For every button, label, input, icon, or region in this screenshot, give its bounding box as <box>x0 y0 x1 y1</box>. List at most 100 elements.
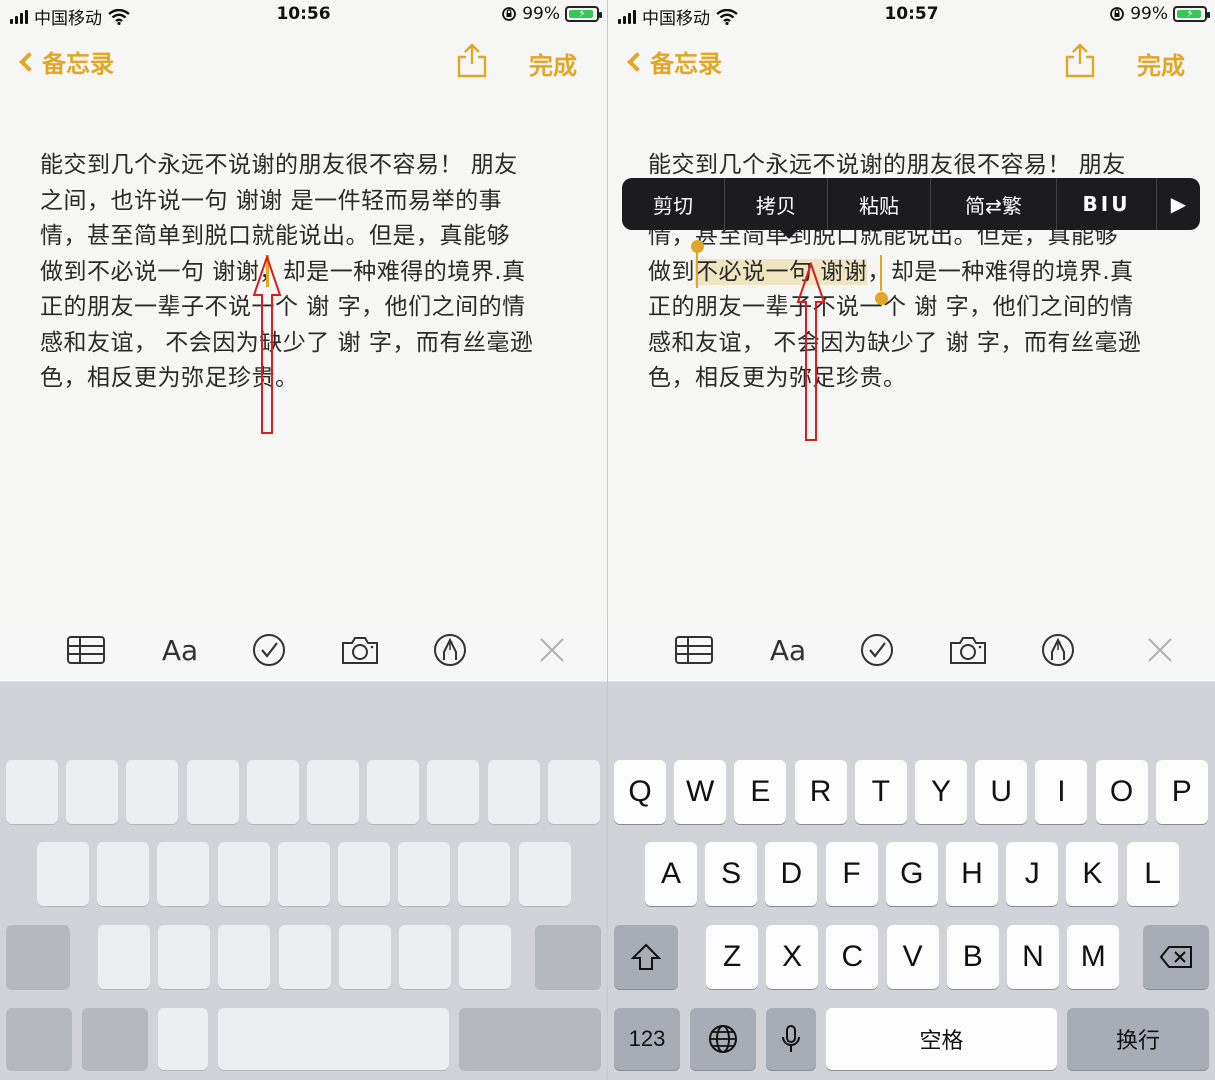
red-arrow-annotation <box>252 255 282 434</box>
share-icon[interactable] <box>1063 42 1097 78</box>
blank-key <box>547 760 600 824</box>
globe-icon <box>709 1025 737 1053</box>
nav-bar: 备忘录 完成 <box>0 38 607 88</box>
checklist-button[interactable] <box>249 632 289 668</box>
pen-tip-icon <box>1042 634 1074 666</box>
note-line: 色，相反更为弥足珍贵。 <box>648 365 907 391</box>
cut-button[interactable]: 剪切 <box>622 178 725 230</box>
done-button[interactable]: 完成 <box>529 46 577 81</box>
note-line-selected: 做到不必说一句 谢谢，却是一种难得的境界.真 <box>648 255 1188 291</box>
accessory-toolbar: Aa <box>0 618 607 682</box>
pen-tip-icon <box>434 634 466 666</box>
shift-key[interactable] <box>614 925 678 989</box>
close-toolbar-button[interactable] <box>532 632 572 668</box>
key-q[interactable]: Q <box>614 760 666 824</box>
checklist-button[interactable] <box>857 632 897 668</box>
blank-key <box>218 925 271 989</box>
key-v[interactable]: V <box>886 925 939 989</box>
numbers-key[interactable]: 123 <box>614 1008 680 1070</box>
dictation-key[interactable] <box>766 1008 816 1070</box>
back-button[interactable]: 备忘录 <box>622 44 722 79</box>
back-button[interactable]: 备忘录 <box>14 44 114 79</box>
blank-key <box>338 925 391 989</box>
red-arrow-annotation <box>796 262 826 441</box>
table-button[interactable] <box>66 632 106 668</box>
done-button[interactable]: 完成 <box>1137 46 1185 81</box>
key-a[interactable]: A <box>645 842 697 906</box>
convert-button[interactable]: 简⇄繁 <box>931 178 1057 230</box>
blank-key <box>459 1008 601 1070</box>
close-toolbar-button[interactable] <box>1140 632 1180 668</box>
edit-menu-pointer <box>780 230 798 239</box>
close-icon <box>1148 638 1172 662</box>
key-i[interactable]: I <box>1035 760 1088 824</box>
blank-key <box>518 842 571 906</box>
key-o[interactable]: O <box>1095 760 1148 824</box>
notes-screen-left: 中国移动 10:56 99% ⚡ 备忘录 完成 能交到几个永远不说谢的朋友很不容… <box>0 0 607 1080</box>
key-f[interactable]: F <box>825 842 878 906</box>
blank-key <box>458 842 511 906</box>
blank-key <box>158 925 211 989</box>
blank-key <box>98 925 150 989</box>
key-w[interactable]: W <box>674 760 727 824</box>
note-area: 中国移动 10:57 99% ⚡ 备忘录 完成 能交到几个永远不说谢的朋友很不容… <box>608 0 1215 618</box>
key-e[interactable]: E <box>734 760 787 824</box>
globe-key[interactable] <box>690 1008 756 1070</box>
table-icon <box>675 636 713 664</box>
chevron-left-icon <box>19 51 39 72</box>
paste-button[interactable]: 粘贴 <box>828 178 931 230</box>
key-l[interactable]: L <box>1126 842 1179 906</box>
text-after-selection: ，却是一种难得的境界.真 <box>867 258 1134 285</box>
note-body[interactable]: 能交到几个永远不说谢的朋友很不容易！ 朋友 之间，也许说一句 谢谢 是一件轻而易… <box>40 148 580 397</box>
key-j[interactable]: J <box>1006 842 1059 906</box>
table-button[interactable] <box>674 632 714 668</box>
key-y[interactable]: Y <box>915 760 967 824</box>
delete-key[interactable] <box>1143 925 1209 989</box>
key-b[interactable]: B <box>946 925 999 989</box>
note-line: 情，甚至简单到脱口就能说出。但是，真能够 <box>40 223 510 249</box>
key-g[interactable]: G <box>885 842 938 906</box>
selected-text[interactable]: 不必说一句 谢谢 <box>695 258 868 285</box>
orientation-lock-icon <box>1110 7 1125 21</box>
key-s[interactable]: S <box>705 842 758 906</box>
blank-key <box>307 760 359 824</box>
selection-end-handle[interactable] <box>875 292 888 305</box>
selection-start-handle[interactable] <box>691 240 704 253</box>
blank-key <box>37 842 89 906</box>
share-icon[interactable] <box>455 42 489 78</box>
return-key[interactable]: 换行 <box>1067 1008 1209 1070</box>
blank-key <box>126 760 179 824</box>
key-d[interactable]: D <box>765 842 818 906</box>
more-button[interactable]: ▶ <box>1157 178 1200 230</box>
key-h[interactable]: H <box>946 842 998 906</box>
key-z[interactable]: Z <box>706 925 758 989</box>
key-m[interactable]: M <box>1067 925 1120 989</box>
note-line: 正的朋友一辈子不说一个 谢 字，他们之间的情 <box>648 294 1134 320</box>
camera-button[interactable] <box>948 632 988 668</box>
blank-key <box>157 842 210 906</box>
format-button[interactable]: Aa <box>768 632 808 668</box>
key-x[interactable]: X <box>766 925 819 989</box>
chevron-left-icon <box>627 51 647 72</box>
checkmark-circle-icon <box>861 634 893 666</box>
key-u[interactable]: U <box>975 760 1028 824</box>
blank-key <box>186 760 239 824</box>
markup-button[interactable] <box>1038 632 1078 668</box>
format-button[interactable]: Aa <box>160 632 200 668</box>
markup-button[interactable] <box>430 632 470 668</box>
blank-key <box>535 925 601 989</box>
copy-button[interactable]: 拷贝 <box>725 178 828 230</box>
key-k[interactable]: K <box>1066 842 1119 906</box>
note-line: 感和友谊， 不会因为缺少了 谢 字，而有丝毫逊 <box>40 329 534 356</box>
key-p[interactable]: P <box>1155 760 1208 824</box>
key-n[interactable]: N <box>1007 925 1059 989</box>
key-c[interactable]: C <box>826 925 879 989</box>
space-key[interactable]: 空格 <box>826 1008 1057 1070</box>
key-r[interactable]: R <box>794 760 847 824</box>
camera-button[interactable] <box>340 632 380 668</box>
blank-key <box>6 925 70 989</box>
format-biu-button[interactable]: BIU <box>1057 178 1157 230</box>
note-line: 能交到几个永远不说谢的朋友很不容易！ 朋友 <box>40 152 518 178</box>
edit-menu: 剪切 拷贝 粘贴 简⇄繁 BIU ▶ <box>622 178 1200 230</box>
key-t[interactable]: T <box>854 760 907 824</box>
